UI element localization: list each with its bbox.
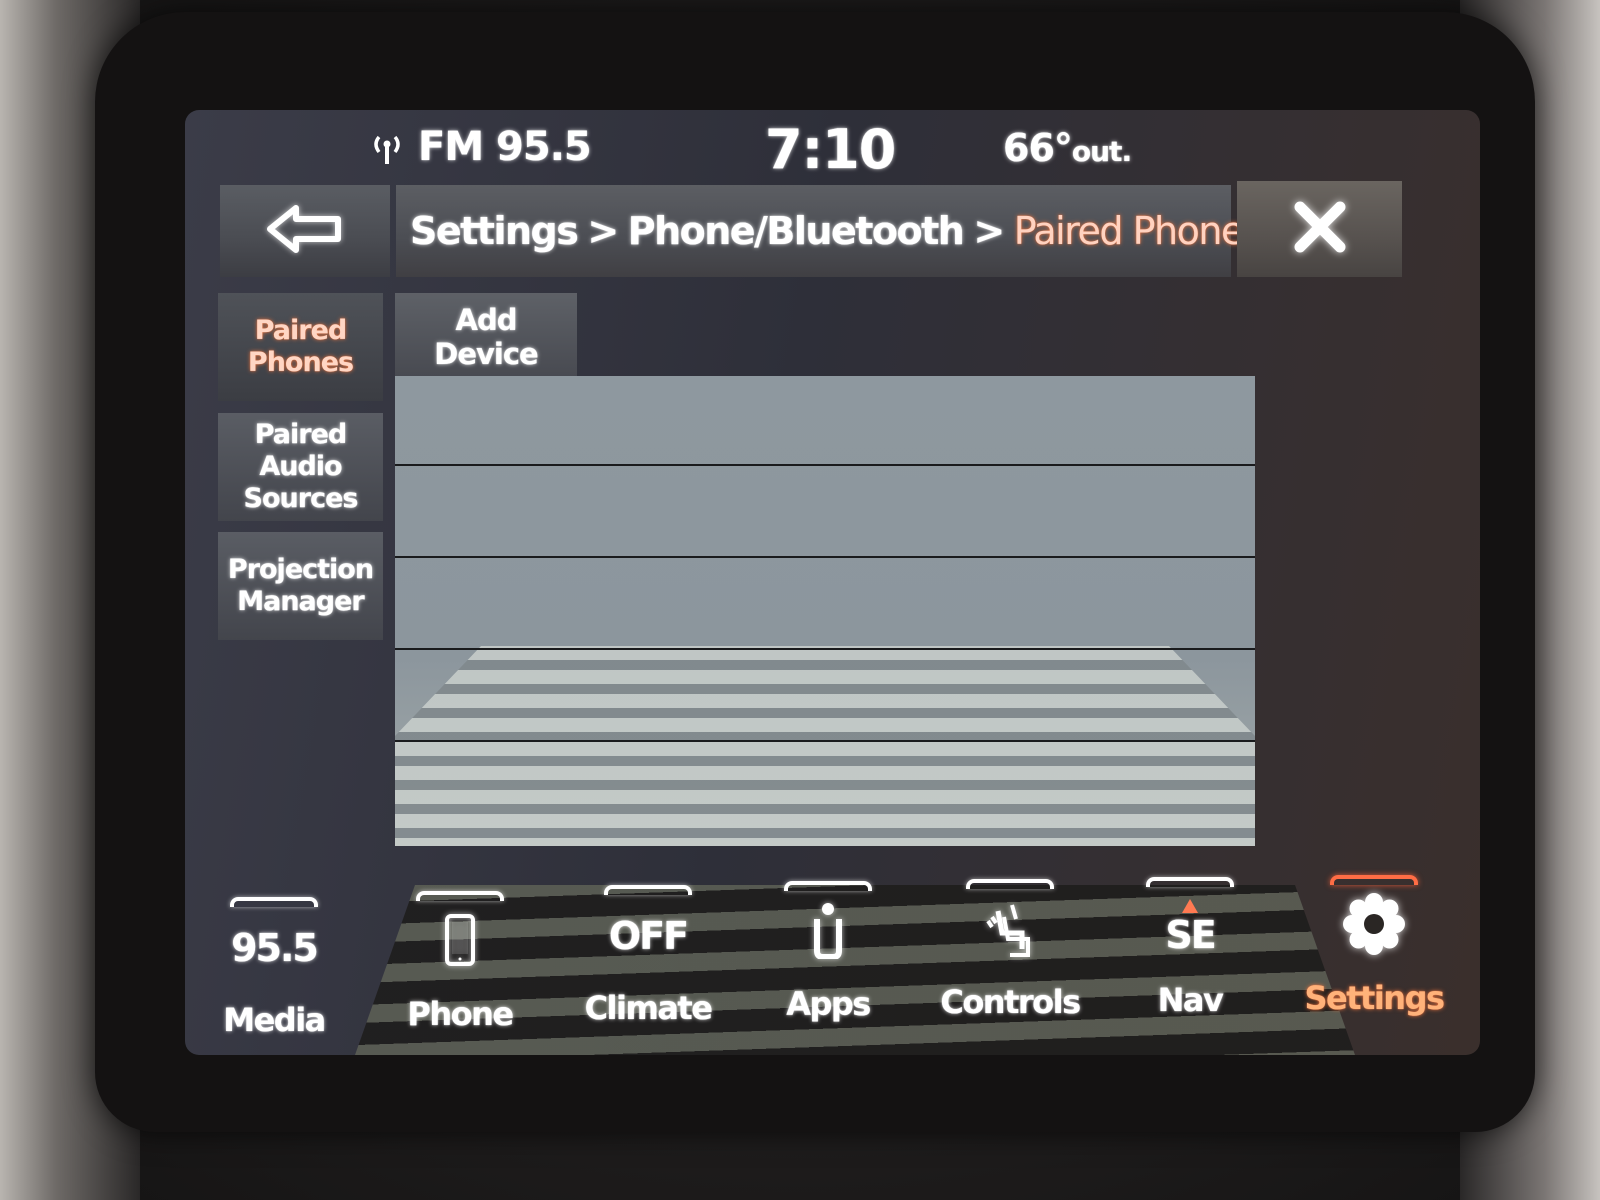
- nav-media[interactable]: 95.5 Media: [199, 897, 349, 1055]
- nav-label: Nav: [1157, 981, 1223, 1019]
- nav-label: Media: [223, 1001, 325, 1039]
- nav-apps[interactable]: Apps: [753, 881, 903, 1041]
- add-device-button[interactable]: Add Device: [395, 293, 577, 381]
- tab-label-line: Sources: [243, 483, 358, 514]
- tab-label-line: Paired: [254, 315, 347, 346]
- antenna-icon: [370, 130, 404, 164]
- list-row[interactable]: [395, 376, 1255, 466]
- list-row[interactable]: [395, 744, 1255, 834]
- tab-label-line: Manager: [237, 586, 364, 617]
- heading-text: SE: [1165, 913, 1215, 957]
- tab-projection-manager[interactable]: Projection Manager: [218, 532, 383, 640]
- nav-phone[interactable]: Phone: [385, 891, 535, 1051]
- paired-device-list: [395, 376, 1255, 846]
- nav-settings[interactable]: Settings: [1299, 875, 1449, 1035]
- nav-label: Phone: [407, 995, 513, 1033]
- list-row[interactable]: [395, 468, 1255, 558]
- nav-indicator: [416, 891, 504, 901]
- close-button[interactable]: [1237, 181, 1402, 277]
- climate-off-icon: OFF: [608, 914, 688, 958]
- temperature-value: 66°: [1003, 126, 1072, 170]
- nav-label: Settings: [1304, 979, 1444, 1017]
- nav-indicator: [604, 885, 692, 895]
- button-label-line: Device: [434, 337, 538, 371]
- gear-icon: [1342, 892, 1406, 960]
- nav-controls[interactable]: Controls: [935, 879, 1085, 1039]
- header: Settings > Phone/Bluetooth > Paired Phon…: [220, 181, 1402, 277]
- nav-indicator: [1330, 875, 1418, 885]
- bottom-nav: 95.5 Media Phone OFF Climate Apps Contro…: [185, 855, 1480, 1055]
- nav-indicator: [1146, 877, 1234, 887]
- temperature-suffix: out.: [1071, 135, 1132, 168]
- outside-temperature: 66°out.: [1003, 126, 1131, 170]
- nav-label: Climate: [584, 989, 712, 1027]
- compass-icon: SE: [1165, 899, 1215, 957]
- list-row[interactable]: [395, 560, 1255, 650]
- nav-indicator: [230, 897, 318, 907]
- nav-climate[interactable]: OFF Climate: [573, 885, 723, 1045]
- back-button[interactable]: [220, 185, 390, 277]
- infotainment-screen: FM 95.5 7:10 66°out. Settings > Phone/Bl…: [185, 110, 1480, 1055]
- breadcrumb-paired-phones: Paired Phones: [1013, 209, 1262, 253]
- apps-icon: [813, 901, 843, 963]
- list-row[interactable]: [395, 652, 1255, 742]
- breadcrumb-separator: >: [973, 209, 1004, 253]
- status-bar: FM 95.5 7:10 66°out.: [185, 110, 1480, 185]
- breadcrumb-settings[interactable]: Settings: [410, 209, 577, 253]
- tab-paired-phones[interactable]: Paired Phones: [218, 293, 383, 401]
- tab-label-line: Audio: [259, 451, 342, 482]
- breadcrumb-separator: >: [587, 209, 618, 253]
- nav-indicator: [966, 879, 1054, 889]
- nav-label: Controls: [940, 983, 1080, 1021]
- radio-station: FM 95.5: [418, 124, 591, 170]
- tab-paired-audio-sources[interactable]: Paired Audio Sources: [218, 413, 383, 521]
- nav-label: Apps: [786, 985, 870, 1023]
- tab-label-line: Phones: [247, 347, 354, 378]
- tab-label-line: Projection: [227, 554, 374, 585]
- breadcrumb-phone-bluetooth[interactable]: Phone/Bluetooth: [628, 209, 964, 253]
- seat-controls-icon: [982, 899, 1038, 961]
- radio-frequency-icon: 95.5: [231, 926, 317, 970]
- breadcrumb: Settings > Phone/Bluetooth > Paired Phon…: [396, 185, 1261, 277]
- clock: 7:10: [765, 118, 896, 181]
- button-label-line: Add: [455, 303, 517, 337]
- close-icon: [1292, 199, 1348, 259]
- back-arrow-icon: [266, 204, 344, 258]
- tab-label-line: Paired: [254, 419, 347, 450]
- radio-status[interactable]: FM 95.5: [370, 124, 591, 170]
- phone-icon: [445, 914, 475, 970]
- nav-nav[interactable]: SE Nav: [1115, 877, 1265, 1037]
- nav-indicator: [784, 881, 872, 891]
